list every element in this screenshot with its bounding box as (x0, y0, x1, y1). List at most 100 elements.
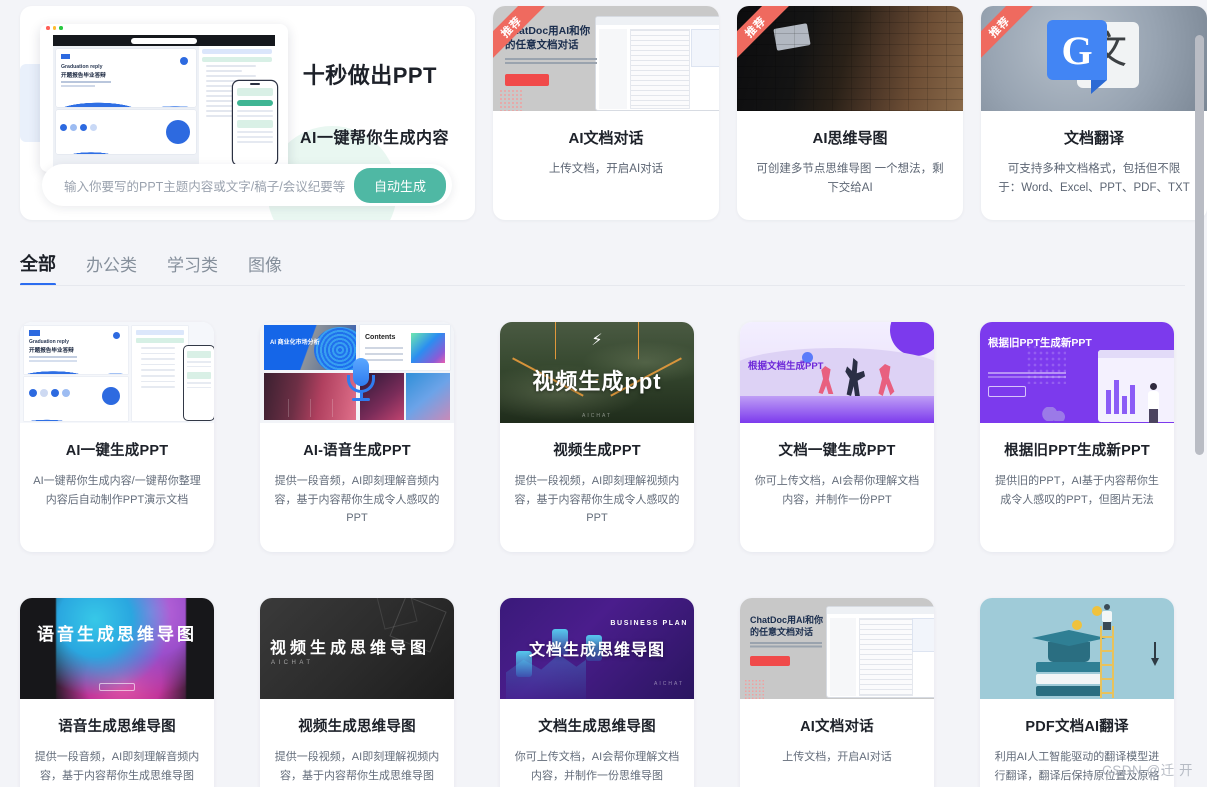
tool-card-desc: 上传文档，开启AI对话 (782, 751, 892, 763)
video-ppt-thumb-title: 视频生成ppt (532, 369, 662, 394)
tool-card-title: 视频生成PPT (553, 443, 641, 459)
tool-card-voice-to-ppt[interactable]: AI 商业化市场分析 Contents AI-语音生成PPT 提供一段音频，AI… (260, 322, 454, 552)
tool-card-doc-to-ppt[interactable]: 根据文档生成PPT 文档一键生成PPT 你可上传文档，AI会帮你理解文档内容，并… (740, 322, 934, 552)
page-scrollbar[interactable] (1195, 35, 1204, 455)
tool-card-desc: 提供一段音频，AI即刻理解音频内容，基于内容帮你生成令人感叹的PPT (274, 475, 440, 525)
top-strip: Graduation reply 开题报告毕业答辩 十秒做出PPT AI一键帮你… (0, 0, 1207, 228)
tool-card-desc: 提供一段视频，AI即刻理解视频内容，基于内容帮你生成思维导图 (274, 751, 440, 782)
tab-label: 图像 (248, 256, 282, 275)
voice-slide-dark (264, 373, 356, 420)
tool-card-ai-doc-chat[interactable]: ChatDoc用AI和你 的任意文档对话 AI文档对话 上传文档，开启AI对话 (740, 598, 934, 787)
banner-headline-secondary: AI一键帮你生成内容 (299, 130, 449, 147)
tab-office[interactable]: 办公类 (86, 251, 137, 286)
voice-contents-heading: Contents (365, 334, 396, 341)
tool-card-video-to-ppt[interactable]: ⚡ 视频生成ppt AICHAT 视频生成PPT 提供一段视频，AI即刻理解视频… (500, 322, 694, 552)
recommended-card-title: AI思维导图 (812, 130, 888, 147)
chatdoc-cta-chip (505, 74, 549, 86)
phone-card (187, 351, 211, 358)
tool-thumb-pdf-translate (980, 598, 1174, 699)
chatdoc-headline: ChatDoc用AI和你 的任意文档对话 (750, 614, 823, 638)
recommended-card-ai-mindmap[interactable]: 推荐 AI思维导图 可创建多节点思维导图 一个想法，剩下交给AI (737, 6, 963, 220)
slide-wave (24, 356, 128, 374)
phone-card (237, 120, 273, 128)
outline-line (141, 374, 175, 377)
recommended-thumb-google-translate: 推荐 文 G (981, 6, 1207, 111)
phone-line (237, 136, 273, 138)
doc-ppt-thumb-title: 根据文档生成PPT (748, 361, 824, 372)
tool-card-desc: AI一键帮你生成内容/一键帮你整理内容后自动制作PPT演示文档 (33, 475, 201, 506)
tool-card-voice-to-mindmap[interactable]: 语音生成思维导图 语音生成思维导图 提供一段音频，AI即刻理解音频内容，基于内容… (20, 598, 214, 787)
book (1036, 662, 1102, 672)
tool-card-grid: Graduation reply 开题报告毕业答辩 AI一键生成PPT AI一键… (20, 322, 1195, 787)
ppt-topic-input[interactable]: 输入你要写的PPT主题内容或文字/稿子/会议纪要等 (64, 176, 345, 195)
tool-card-title: 文档生成思维导图 (538, 719, 656, 735)
chatdoc-dot-pattern (744, 679, 764, 699)
brand-badge (99, 683, 135, 691)
tab-label: 学习类 (167, 256, 218, 275)
voice-mindmap-thumb-title: 语音生成思维导图 (37, 625, 197, 644)
mockup-slide-main: Graduation reply 开题报告毕业答辩 (56, 49, 196, 107)
chatdoc-page (630, 29, 690, 109)
doc-mindmap-thumb-title: 文档生成思维导图 (528, 642, 665, 659)
recommended-card-desc: 可创建多节点思维导图 一个想法，剩下交给AI (756, 163, 944, 194)
voice-cell-divider (310, 399, 311, 417)
recommended-card-title: AI文档对话 (568, 130, 644, 147)
hero-banner[interactable]: Graduation reply 开题报告毕业答辩 十秒做出PPT AI一键帮你… (20, 6, 475, 220)
tool-card-title: 根据旧PPT生成新PPT (1004, 443, 1150, 459)
mockup-canvas: Graduation reply 开题报告毕业答辩 (53, 46, 277, 167)
outline-line (141, 363, 175, 366)
recommended-card-title: 文档翻译 (1063, 130, 1124, 147)
slide-circle-row (29, 389, 70, 397)
doc-mindmap-thumb-brand: AICHAT (654, 681, 684, 687)
watermark: CSDN @迁 开 (1102, 763, 1193, 778)
tool-card-desc: 提供一段音频，AI即刻理解音频内容，基于内容帮你生成思维导图 (34, 751, 200, 782)
chatdoc-window-graphic (826, 606, 934, 698)
ppt-phone-preview (184, 346, 214, 420)
video-mindmap-thumb-title: 视频生成思维导图 (270, 640, 431, 657)
ladder-graphic (1098, 626, 1116, 698)
tab-study[interactable]: 学习类 (167, 251, 218, 286)
phone-line (237, 115, 273, 117)
phone-line (237, 110, 273, 112)
old-ppt-thumb-subtext (988, 372, 1066, 374)
outline-line (206, 69, 243, 72)
old-ppt-thumb-title: 根据旧PPT生成新PPT (988, 337, 1092, 349)
outline-chip-green (202, 56, 272, 62)
pen-shaft (1154, 642, 1156, 658)
mockup-dot-maximize (59, 26, 63, 30)
recommended-card-desc: 上传文档，开启AI对话 (548, 163, 664, 175)
banner-headline-primary: 十秒做出PPT (302, 63, 437, 88)
tool-card-video-to-mindmap[interactable]: 视频生成思维导图 AICHAT 视频生成思维导图 提供一段视频，AI即刻理解视频… (260, 598, 454, 787)
chatdoc-cta-chip (750, 656, 790, 666)
mockup-header (53, 35, 275, 46)
tool-card-doc-to-mindmap[interactable]: BUSINESS PLAN 文档生成思维导图 AICHAT 文档生成思维导图 你… (500, 598, 694, 787)
tab-all[interactable]: 全部 (20, 250, 56, 286)
tool-card-ai-one-click-ppt[interactable]: Graduation reply 开题报告毕业答辩 AI一键生成PPT AI一键… (20, 322, 214, 552)
recommended-card-ai-doc-chat[interactable]: 推荐 ChatDoc用AI和你 的任意文档对话 AI文档对话 上传文档，开启AI… (493, 6, 719, 220)
mockup-phone-preview (233, 81, 277, 165)
ppt-outline-panel (132, 326, 188, 421)
tool-card-title: 视频生成思维导图 (298, 719, 416, 735)
leaf-decor (1042, 407, 1068, 421)
person-figure (1146, 383, 1160, 423)
tab-label: 全部 (20, 254, 56, 274)
tab-image[interactable]: 图像 (248, 251, 282, 286)
ppt-topic-input-wrapper[interactable]: 输入你要写的PPT主题内容或文字/稿子/会议纪要等 自动生成 (42, 164, 452, 206)
dashboard-bar (1122, 396, 1127, 414)
slide-title-en: Graduation reply (29, 339, 70, 345)
book-stack (1036, 662, 1102, 698)
voice-contents-image (411, 333, 445, 363)
tool-card-old-ppt-to-new[interactable]: 根据旧PPT生成新PPT 根据旧PPT生成新PPT 提供旧的PPT，AI基于内容… (980, 322, 1174, 552)
old-ppt-thumb-button (988, 386, 1026, 397)
recommended-card-desc: 可支持多种文档格式，包括但不限于：Word、Excel、PPT、PDF、TXT (998, 163, 1190, 194)
chatdoc-window-header (827, 607, 934, 614)
tool-card-desc: 提供旧的PPT，AI基于内容帮你生成令人感叹的PPT，但图片无法 (995, 475, 1159, 506)
voice-slide-blue: AI 商业化市场分析 (264, 325, 356, 370)
recommended-card-doc-translate[interactable]: 推荐 文 G 文档翻译 可支持多种文档格式，包括但不限于：Word、Excel、… (981, 6, 1207, 220)
dashboard-header (1098, 350, 1174, 358)
voice-contents-line (365, 347, 403, 349)
outline-chip (202, 49, 272, 54)
auto-generate-button[interactable]: 自动生成 (353, 167, 446, 203)
phone-card (237, 88, 273, 96)
coin-icon (1072, 620, 1082, 630)
